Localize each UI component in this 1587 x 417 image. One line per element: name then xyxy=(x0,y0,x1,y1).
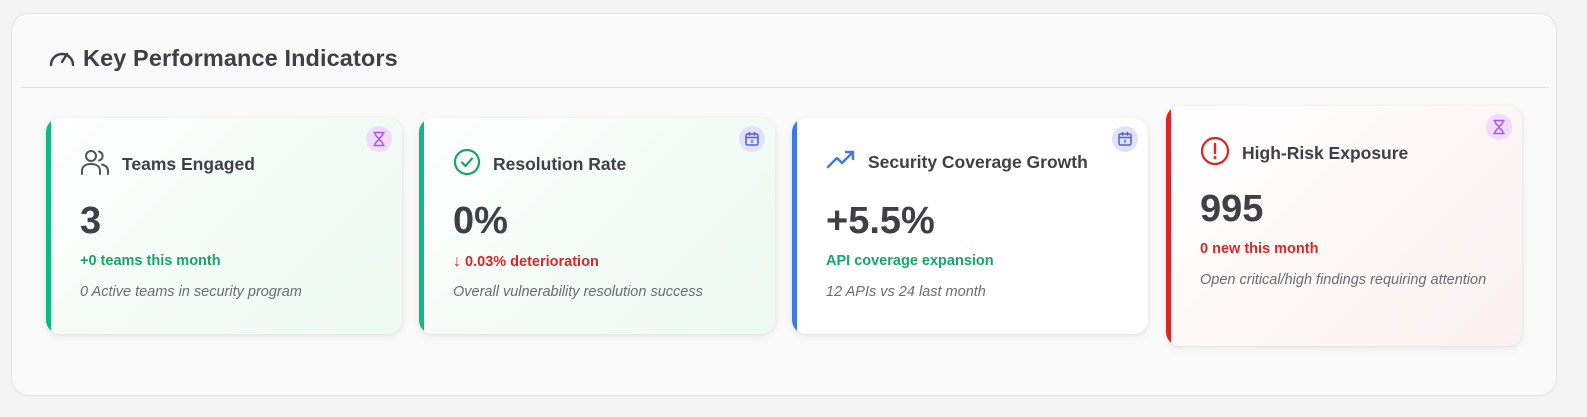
card-title: Resolution Rate xyxy=(493,154,627,174)
kpi-card-teams-engaged[interactable]: Teams Engaged 3 +0 teams this month 0 Ac… xyxy=(46,118,402,334)
users-icon xyxy=(80,148,110,181)
card-description: 0 Active teams in security program xyxy=(80,284,302,300)
gauge-icon xyxy=(47,43,77,74)
card-head: High-Risk Exposure xyxy=(1200,136,1408,171)
panel-title: Key Performance Indicators xyxy=(83,45,398,71)
calendar-icon xyxy=(739,126,765,152)
arrow-down-icon: ↓ xyxy=(453,253,461,270)
card-title: High-Risk Exposure xyxy=(1242,143,1409,163)
card-description: Open critical/high findings requiring at… xyxy=(1200,272,1487,288)
hourglass-icon xyxy=(1486,114,1512,140)
card-accent-stripe xyxy=(419,118,424,334)
trending-up-icon xyxy=(826,148,856,177)
kpi-card-high-risk-exposure[interactable]: High-Risk Exposure 995 0 new this month … xyxy=(1166,106,1522,346)
card-delta-row: ↓ 0.03% deterioration xyxy=(453,253,599,271)
card-accent-stripe xyxy=(792,118,797,334)
card-description: Overall vulnerability resolution success xyxy=(453,284,703,300)
card-delta: 0 new this month xyxy=(1200,241,1319,257)
kpi-card-security-coverage-growth[interactable]: Security Coverage Growth +5.5% API cover… xyxy=(792,118,1148,334)
card-accent-stripe xyxy=(46,118,51,334)
card-value: 0% xyxy=(453,200,508,242)
card-value: 995 xyxy=(1200,188,1264,230)
card-accent-stripe xyxy=(1166,106,1171,346)
card-value: +5.5% xyxy=(826,200,935,242)
card-head: Teams Engaged xyxy=(80,148,255,181)
check-circle-icon xyxy=(453,148,481,181)
panel-header: Key Performance Indicators xyxy=(21,14,1549,88)
kpi-card-resolution-rate[interactable]: Resolution Rate 0% ↓ 0.03% deterioration… xyxy=(419,118,775,334)
card-title: Teams Engaged xyxy=(122,154,255,174)
hourglass-icon xyxy=(366,126,392,152)
card-head: Resolution Rate xyxy=(453,148,626,181)
card-delta: API coverage expansion xyxy=(826,253,994,269)
panel-title-wrap: Key Performance Indicators xyxy=(47,43,398,74)
calendar-icon xyxy=(1112,126,1138,152)
card-delta: +0 teams this month xyxy=(80,253,221,269)
card-value: 3 xyxy=(80,200,102,242)
card-description: 12 APIs vs 24 last month xyxy=(826,284,986,300)
card-delta: 0.03% deterioration xyxy=(465,254,599,270)
card-title: Security Coverage Growth xyxy=(868,152,1088,172)
card-head: Security Coverage Growth xyxy=(826,148,1088,177)
alert-circle-icon xyxy=(1200,136,1230,171)
